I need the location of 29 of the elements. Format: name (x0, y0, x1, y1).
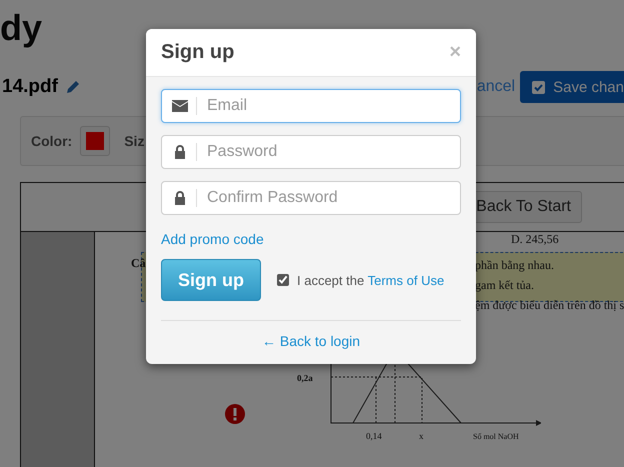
question-text: Câ (131, 256, 146, 271)
pencil-icon[interactable] (66, 80, 80, 94)
terms-link[interactable]: Terms of Use (368, 272, 444, 288)
back-to-login-link[interactable]: ← Back to login (262, 333, 360, 349)
color-label: Color: (31, 133, 72, 149)
lock-icon (172, 145, 188, 159)
password-field[interactable]: Password (161, 135, 461, 169)
answer-text: D. 245,56 (511, 232, 559, 247)
color-picker[interactable] (80, 126, 110, 156)
lock-icon (172, 191, 188, 205)
terms-checkbox[interactable] (277, 274, 289, 286)
terms-text: I accept the Terms of Use (297, 272, 444, 288)
email-field[interactable]: Email (161, 89, 461, 123)
document-text: phần bằng nhau. (475, 258, 554, 273)
cancel-link[interactable]: ancel (476, 78, 516, 96)
checkbox-icon (532, 80, 546, 94)
file-name: 14.pdf (2, 76, 58, 98)
envelope-icon (172, 99, 188, 113)
password-field[interactable]: Confirm Password (161, 181, 461, 215)
sign-up-button[interactable]: Sign up (161, 259, 261, 301)
close-button[interactable]: × (449, 41, 461, 64)
save-button[interactable]: Save chan (520, 71, 624, 103)
document-text: ệm được biểu diễn trên đồ thị s (475, 298, 624, 313)
dialog-title: Sign up (161, 41, 234, 64)
warning-icon[interactable] (225, 404, 245, 424)
page-title: dy (0, 8, 44, 48)
promo-code-link[interactable]: Add promo code (161, 231, 264, 247)
document-text: gam kết tủa. (475, 278, 534, 293)
size-label: Siz (124, 133, 144, 149)
